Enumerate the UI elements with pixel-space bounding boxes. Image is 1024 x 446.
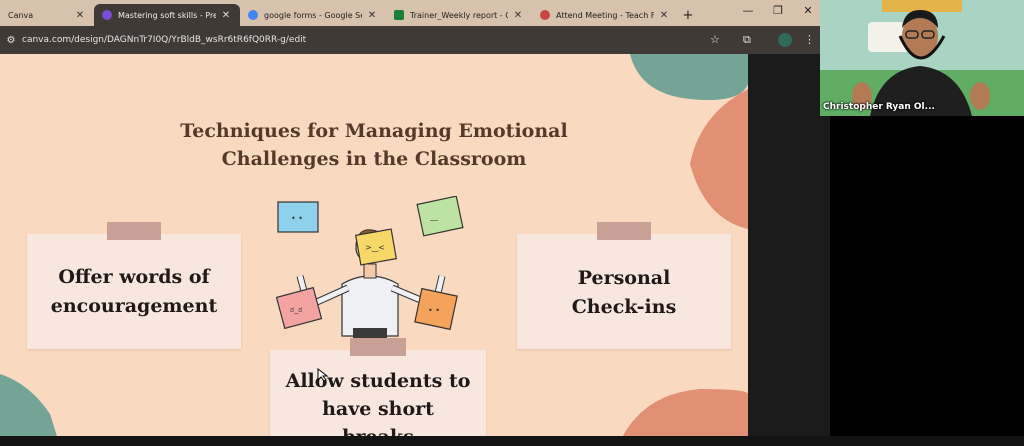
tab-mastering-soft-skills[interactable]: Mastering soft skills - Presen ✕ (94, 4, 240, 26)
participant-name: Christopher Ryan Ol... (823, 102, 935, 112)
card-yellow-face: >‿< (365, 243, 385, 252)
video-panel-blank-area (830, 116, 1024, 436)
close-icon[interactable]: ✕ (220, 10, 232, 21)
screen: Canva ✕ Mastering soft skills - Presen ✕… (0, 0, 1024, 446)
google-favicon-icon (248, 10, 258, 20)
sheets-favicon-icon (394, 10, 404, 20)
card-pink-face: ಠ_ಠ (290, 305, 302, 314)
tape-strip (597, 222, 651, 240)
close-icon[interactable]: ✕ (658, 10, 670, 21)
note-text-line-2: have short (322, 398, 434, 420)
bottom-strip (0, 436, 1024, 446)
note-text-line-1: Offer words of (58, 266, 210, 288)
new-tab-button[interactable]: + (678, 4, 698, 26)
url-field[interactable]: canva.com/design/DAGNnTr7I0Q/YrBldB_wsRr… (22, 31, 306, 49)
tab-label: google forms - Google Sear (264, 10, 362, 20)
slide-title-line-2: Challenges in the Classroom (221, 148, 527, 170)
hand-right (970, 82, 990, 110)
tab-label: Trainer_Weekly report - Goo (410, 10, 508, 20)
note-text-line-2: Check-ins (571, 296, 677, 318)
tab-google-forms-search[interactable]: google forms - Google Sear ✕ (240, 4, 386, 26)
close-icon[interactable]: ✕ (74, 10, 86, 21)
close-icon[interactable]: ✕ (512, 10, 524, 21)
extensions-icon[interactable]: ⧉ (743, 33, 751, 47)
tab-canva[interactable]: Canva ✕ (0, 4, 94, 26)
bookmark-star-icon[interactable]: ☆ (710, 33, 720, 46)
card-orange-face: • • (428, 306, 440, 315)
person-belt (353, 328, 387, 338)
canva-favicon-icon (102, 10, 112, 20)
mouse-cursor-icon (317, 368, 329, 382)
browser-tab-strip: Canva ✕ Mastering soft skills - Presen ✕… (0, 0, 820, 26)
person-neck (363, 263, 377, 279)
presentation-slide: Techniques for Managing Emotional Challe… (0, 54, 748, 446)
teal-blob-top-right (630, 54, 748, 100)
note-text-line-1: Allow students to (285, 370, 471, 392)
meeting-favicon-icon (540, 10, 550, 20)
tab-attend-meeting[interactable]: Attend Meeting - Teach For ✕ (532, 4, 678, 26)
tab-label: Attend Meeting - Teach For (556, 10, 654, 20)
participant-video-tile[interactable]: Christopher Ryan Ol... (820, 0, 1024, 116)
note-text-line-1: Personal (577, 267, 671, 289)
window-close-button[interactable]: ✕ (800, 4, 816, 17)
tab-label: Canva (8, 10, 34, 20)
emotions-illustration: • • >‿< ﹏ ಠ_ಠ • • (275, 196, 464, 338)
note-card-short-breaks: Allow students to have short breaks (270, 338, 486, 446)
minimize-button[interactable]: — (740, 4, 756, 17)
address-bar: ⚙ canva.com/design/DAGNnTr7I0Q/YrBldB_ws… (0, 26, 820, 54)
card-green-face: ﹏ (430, 213, 438, 222)
slide-title-line-1: Techniques for Managing Emotional (180, 120, 568, 142)
browser-menu-icon[interactable]: ⋮ (804, 33, 815, 46)
profile-avatar[interactable] (778, 33, 792, 47)
tab-label: Mastering soft skills - Presen (118, 10, 216, 20)
note-text-line-2: encouragement (50, 295, 218, 317)
note-card-encouragement: Offer words of encouragement (27, 222, 241, 349)
close-icon[interactable]: ✕ (366, 10, 378, 21)
restore-button[interactable]: ❐ (770, 4, 786, 17)
site-info-icon[interactable]: ⚙ (0, 35, 22, 46)
tab-trainer-weekly-report[interactable]: Trainer_Weekly report - Goo ✕ (386, 4, 532, 26)
card-blue-face: • • (291, 214, 303, 223)
card-green-worried (416, 196, 464, 237)
person-torso (341, 275, 399, 337)
video-scene (820, 0, 1024, 116)
dark-sidebar-area (748, 54, 830, 446)
note-card-check-ins: Personal Check-ins (517, 222, 731, 349)
tape-strip (107, 222, 161, 240)
